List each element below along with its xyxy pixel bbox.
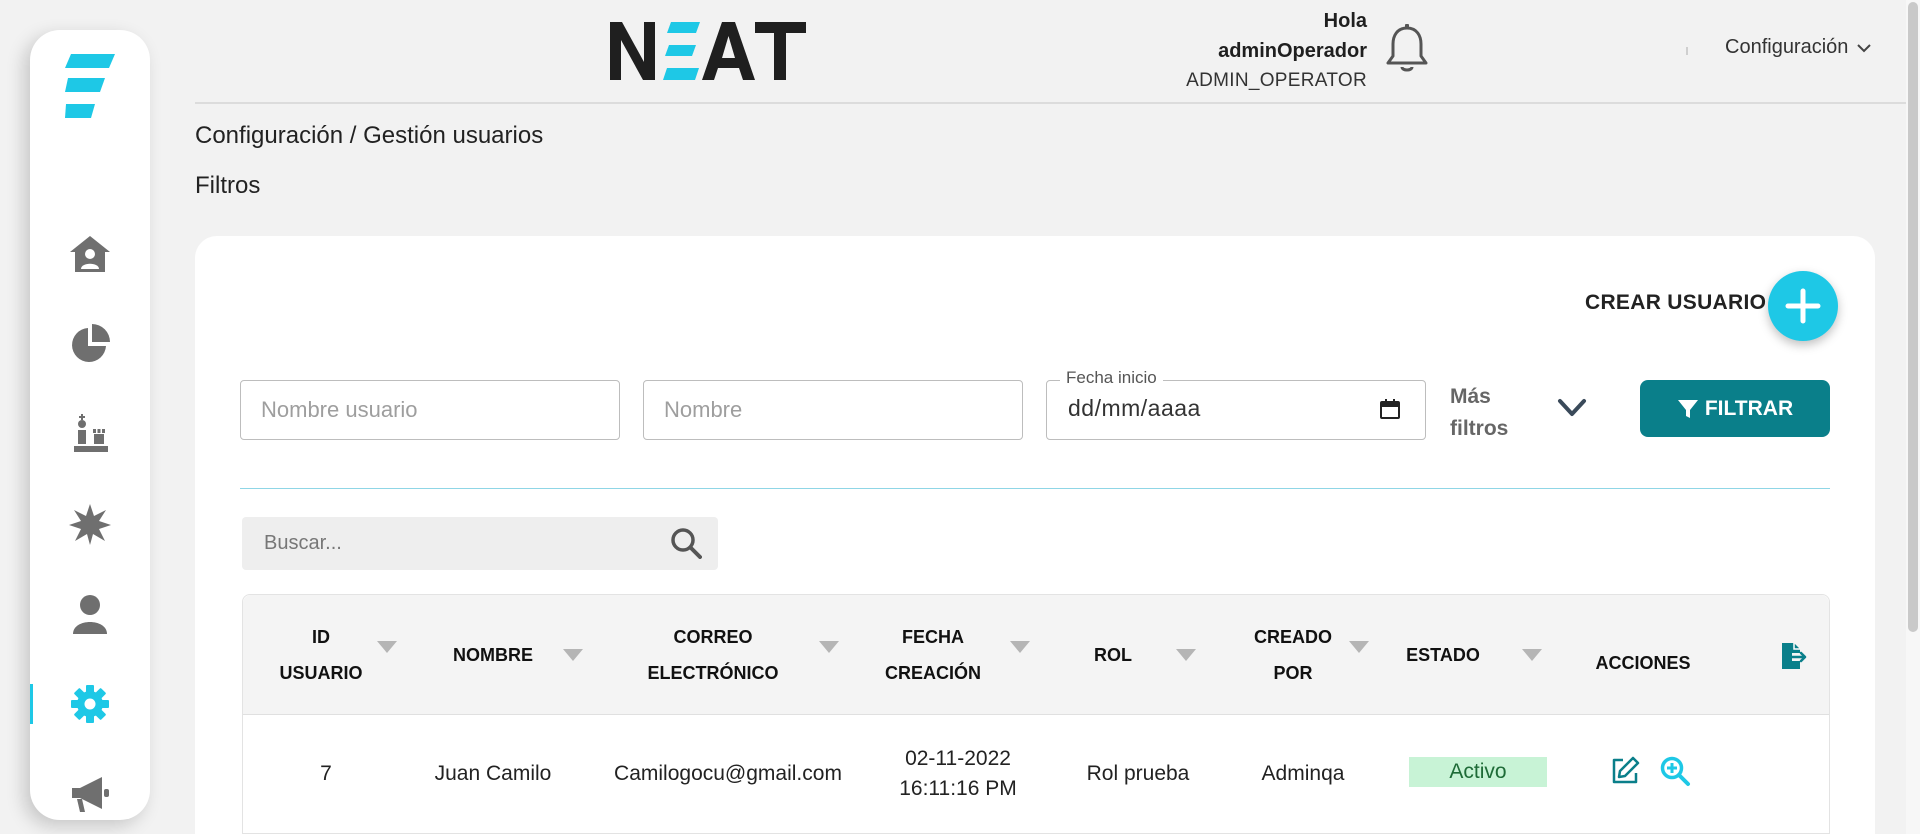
column-header-rol[interactable]: ROL xyxy=(1063,595,1163,715)
username: adminOperador xyxy=(1218,40,1367,62)
bell-icon[interactable] xyxy=(1385,24,1429,74)
filter-button[interactable]: FILTRAR xyxy=(1640,380,1830,437)
export-file-icon[interactable] xyxy=(1778,641,1808,671)
column-header-id[interactable]: ID USUARIO xyxy=(271,595,371,715)
column-header-label: CORREO xyxy=(673,627,753,647)
start-date-label: Fecha inicio xyxy=(1060,368,1163,388)
breadcrumb: Configuración / Gestión usuarios xyxy=(195,122,544,149)
cell-date-day: 02-11-2022 xyxy=(905,747,1011,770)
neat-small-logo[interactable] xyxy=(65,52,117,120)
cell-email: Camilogocu@gmail.com xyxy=(614,762,842,785)
chevron-down-icon xyxy=(1857,43,1872,52)
create-user-label: CREAR USUARIO xyxy=(1585,291,1767,314)
username-placeholder: Nombre usuario xyxy=(261,397,418,422)
home-user-icon xyxy=(70,236,110,272)
cell-date-time: 16:11:16 PM xyxy=(899,777,1017,800)
greeting-text: Hola xyxy=(1323,10,1367,32)
sidebar-item-home[interactable] xyxy=(30,224,150,284)
name-placeholder: Nombre xyxy=(664,397,743,422)
calendar-icon[interactable] xyxy=(1378,397,1402,421)
sidebar xyxy=(30,30,150,820)
gear-icon xyxy=(71,685,109,723)
sidebar-item-strategy[interactable] xyxy=(30,404,150,464)
column-header-fecha[interactable]: FECHA CREACIÓN xyxy=(863,595,1003,715)
column-header-label: CREADO xyxy=(1253,627,1332,647)
sort-icon[interactable] xyxy=(377,641,397,653)
sort-icon[interactable] xyxy=(1176,649,1196,661)
user-greeting: Hola adminOperador ADMIN_OPERATOR xyxy=(1186,6,1367,96)
zoom-in-icon[interactable] xyxy=(1659,755,1691,787)
header-separator xyxy=(1686,47,1688,55)
filter-button-label: FILTRAR xyxy=(1704,396,1794,420)
header-divider xyxy=(195,102,1910,104)
sidebar-item-settings[interactable] xyxy=(30,674,150,734)
search-icon[interactable] xyxy=(670,527,702,559)
edit-icon[interactable] xyxy=(1609,755,1641,787)
scrollbar-thumb[interactable] xyxy=(1908,2,1918,632)
sort-icon[interactable] xyxy=(1522,649,1542,661)
column-header-label: CREACIÓN xyxy=(884,663,981,683)
column-header-label: FECHA xyxy=(901,627,964,647)
table-header: ID USUARIO NOMBRE CORREO ELECTRÓNICO FECHA… xyxy=(243,595,1829,715)
create-user-button[interactable] xyxy=(1768,271,1838,341)
starburst-icon xyxy=(69,504,111,545)
sort-icon[interactable] xyxy=(819,641,839,653)
column-header-label: NOMBRE xyxy=(453,645,533,665)
sort-icon[interactable] xyxy=(1010,641,1030,653)
config-menu-label: Configuración xyxy=(1725,36,1849,58)
more-filters-toggle[interactable]: Más filtros xyxy=(1450,381,1508,445)
more-filters-label-line2: filtros xyxy=(1450,417,1509,440)
column-header-nombre[interactable]: NOMBRE xyxy=(423,595,563,715)
sidebar-item-reports[interactable] xyxy=(30,314,150,374)
sort-icon[interactable] xyxy=(563,649,583,661)
column-header-label: ROL xyxy=(1094,645,1132,665)
status-badge: Activo xyxy=(1409,757,1547,787)
column-header-label: ELECTRÓNICO xyxy=(647,663,779,683)
column-header-label: ID xyxy=(311,627,330,647)
plus-icon xyxy=(1785,288,1821,324)
search-placeholder: Buscar... xyxy=(264,532,342,554)
filters-divider xyxy=(240,488,1830,489)
chevron-down-icon[interactable] xyxy=(1555,393,1589,423)
user-role: ADMIN_OPERATOR xyxy=(1186,70,1367,91)
column-header-correo[interactable]: CORREO ELECTRÓNICO xyxy=(613,595,813,715)
column-header-label: USUARIO xyxy=(279,663,363,683)
more-filters-label-line1: Más xyxy=(1450,385,1491,408)
search-input[interactable]: Buscar... xyxy=(242,517,718,570)
cell-id: 7 xyxy=(320,762,332,785)
neat-brand-logo[interactable] xyxy=(610,18,806,84)
funnel-icon xyxy=(1677,399,1698,418)
cell-date: 02-11-2022 16:11:16 PM xyxy=(873,719,1043,829)
sidebar-item-incidents[interactable] xyxy=(30,494,150,554)
column-header-estado[interactable]: ESTADO xyxy=(1383,595,1503,715)
column-header-label: ACCIONES xyxy=(1595,653,1691,673)
column-header-label: ESTADO xyxy=(1406,645,1480,665)
filters-title: Filtros xyxy=(195,172,261,199)
username-filter-input[interactable]: Nombre usuario xyxy=(240,380,620,440)
cell-created-by: Adminqa xyxy=(1261,762,1345,785)
megaphone-icon xyxy=(72,777,109,812)
cell-name: Juan Camilo xyxy=(434,762,552,785)
pie-chart-icon xyxy=(72,324,110,362)
cell-role: Rol prueba xyxy=(1086,762,1190,785)
page-scrollbar[interactable] xyxy=(1906,0,1920,834)
column-header-acciones: ACCIONES xyxy=(1573,603,1713,723)
users-table: ID USUARIO NOMBRE CORREO ELECTRÓNICO FECHA… xyxy=(242,594,1830,834)
start-date-value: dd/mm/aaaa xyxy=(1068,395,1201,421)
name-filter-input[interactable]: Nombre xyxy=(643,380,1023,440)
sort-icon[interactable] xyxy=(1349,641,1369,653)
column-header-creado-por[interactable]: CREADO POR xyxy=(1233,595,1353,715)
sidebar-item-users[interactable] xyxy=(30,584,150,644)
user-icon xyxy=(73,595,107,634)
config-menu[interactable]: Configuración xyxy=(1725,36,1872,59)
chess-pieces-icon xyxy=(74,414,108,452)
sidebar-item-announcements[interactable] xyxy=(30,764,150,824)
column-header-label: POR xyxy=(1273,663,1313,683)
